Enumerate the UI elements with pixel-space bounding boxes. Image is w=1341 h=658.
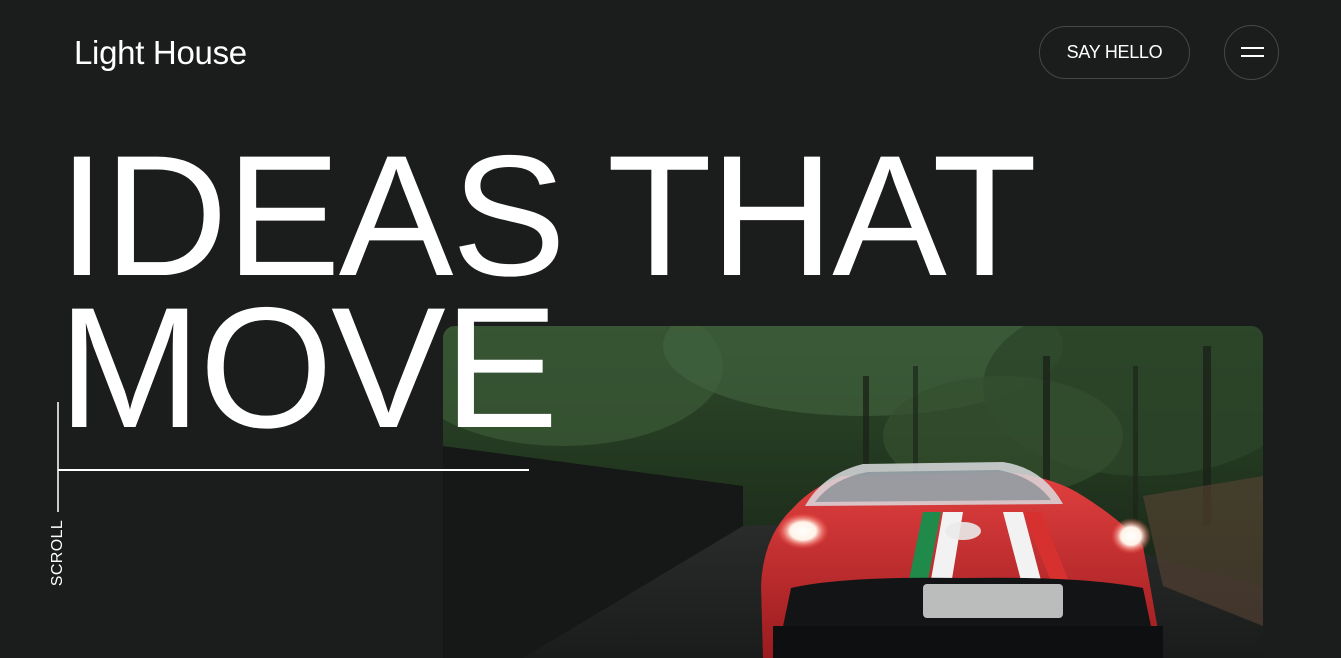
headline-underline [58, 469, 529, 471]
hero-headline: IDEAS THAT MOVE [58, 120, 1037, 464]
hero-headline-line1: IDEAS THAT [58, 120, 1037, 312]
menu-button[interactable] [1224, 25, 1279, 80]
say-hello-button[interactable]: SAY HELLO [1039, 26, 1190, 79]
site-logo[interactable]: Light House [74, 34, 247, 72]
scroll-label[interactable]: SCROLL [49, 520, 67, 586]
hamburger-menu-icon-bar [1241, 55, 1264, 57]
hamburger-menu-icon [1241, 47, 1264, 49]
hero-headline-line2: MOVE [58, 272, 559, 464]
